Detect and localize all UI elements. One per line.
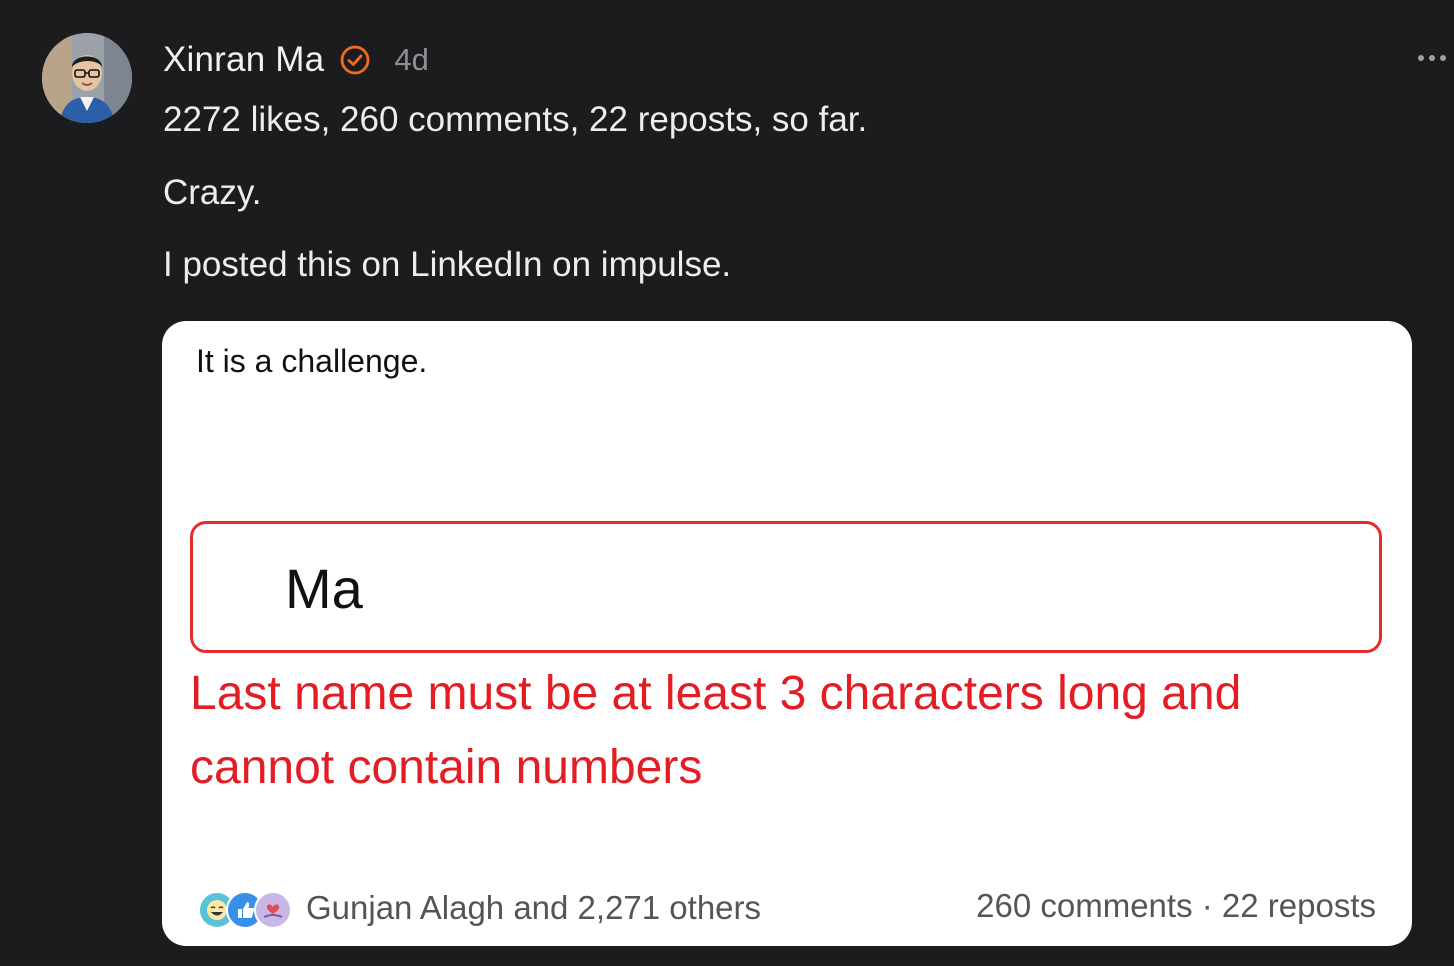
post-text-line: 2272 likes, 260 comments, 22 reposts, so…	[163, 100, 868, 139]
avatar[interactable]	[42, 33, 132, 123]
reactions-summary[interactable]: Gunjan Alagh and 2,271 others	[198, 889, 761, 929]
reaction-icons	[198, 889, 294, 929]
more-options-icon[interactable]	[1418, 48, 1454, 68]
post-text-line: I posted this on LinkedIn on impulse.	[163, 245, 732, 284]
love-reaction-icon	[254, 891, 292, 929]
post-text-line: Crazy.	[163, 173, 262, 212]
engagement-count[interactable]: 260 comments · 22 reposts	[976, 887, 1376, 925]
verified-badge-icon	[339, 44, 371, 76]
post-timestamp[interactable]: 4d	[394, 42, 428, 78]
author-name[interactable]: Xinran Ma	[163, 40, 324, 80]
last-name-value: Ma	[285, 557, 363, 620]
error-message: Last name must be at least 3 characters …	[190, 667, 1242, 794]
media-card[interactable]: It is a challenge. Ma Last name must be …	[162, 321, 1412, 946]
post: Xinran Ma 4d 2272 likes, 260 comments, 2…	[0, 0, 1454, 966]
card-caption: It is a challenge.	[196, 343, 428, 379]
last-name-field: Ma	[190, 521, 1382, 653]
post-header: Xinran Ma 4d	[163, 38, 429, 82]
reactions-count[interactable]: Gunjan Alagh and 2,271 others	[306, 889, 761, 927]
